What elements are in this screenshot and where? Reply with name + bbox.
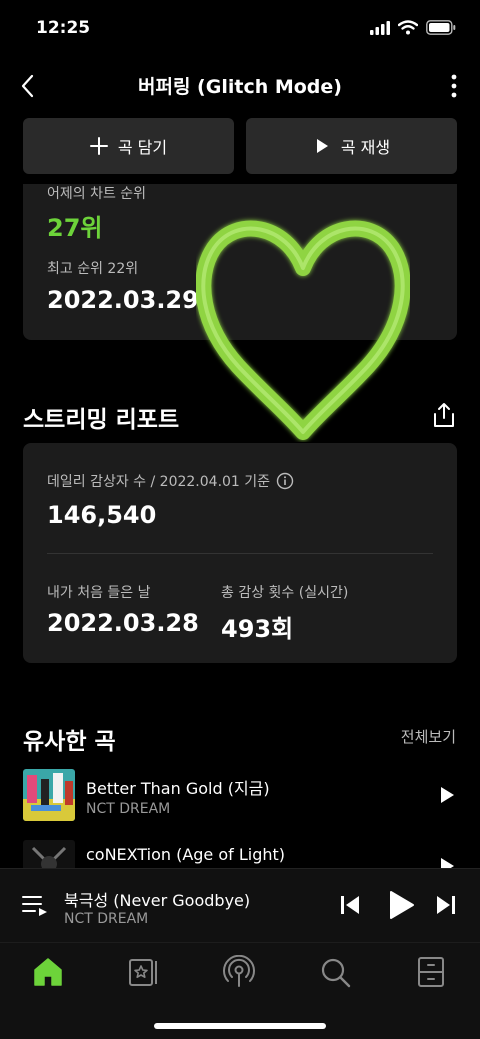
daily-listeners-value: 146,540 — [47, 501, 157, 529]
play-icon — [316, 139, 328, 153]
total-plays-value: 493회 — [221, 615, 294, 643]
status-bar: 12:25 — [0, 0, 480, 58]
now-playing-title: 북극성 (Never Goodbye) — [64, 891, 251, 910]
first-listen-date: 2022.03.28 — [47, 609, 199, 637]
wifi-icon — [398, 20, 418, 35]
play-song-label: 곡 재생 — [340, 138, 391, 157]
next-track-icon[interactable] — [434, 893, 458, 917]
yesterday-rank-value: 27위 — [47, 214, 103, 242]
song-title: coNEXTion (Age of Light) — [86, 845, 286, 864]
first-listen-label: 내가 처음 들은 날 — [47, 585, 151, 601]
action-row: 곡 담기 곡 재생 — [23, 118, 457, 174]
signal-icon — [370, 20, 390, 35]
share-icon[interactable] — [432, 402, 456, 428]
best-rank-date: 2022.03.29 — [47, 286, 199, 314]
previous-track-icon[interactable] — [338, 893, 362, 917]
status-time: 12:25 — [36, 18, 91, 38]
home-icon[interactable] — [31, 955, 65, 989]
play-icon[interactable] — [437, 856, 457, 868]
heart-like-icon[interactable] — [196, 206, 410, 442]
battery-icon — [426, 20, 456, 35]
daily-listeners-label-row: 데일리 감상자 수 / 2022.04.01 기준 — [47, 471, 294, 491]
total-plays-label: 총 감상 횟수 (실시간) — [221, 585, 349, 601]
song-title: Better Than Gold (지금) — [86, 779, 270, 798]
top-nav: 버퍼링 (Glitch Mode) — [0, 58, 480, 114]
streaming-report-title: 스트리밍 리포트 — [23, 407, 180, 433]
search-icon[interactable] — [318, 955, 352, 989]
streaming-report-card: 데일리 감상자 수 / 2022.04.01 기준 146,540 내가 처음 … — [23, 443, 457, 663]
home-indicator — [154, 1023, 326, 1029]
best-rank-label: 최고 순위 22위 — [47, 261, 139, 277]
add-song-button[interactable]: 곡 담기 — [23, 118, 234, 174]
divider — [47, 553, 433, 554]
more-options-icon[interactable] — [442, 70, 466, 102]
podcast-icon[interactable] — [222, 955, 256, 989]
similar-songs-title: 유사한 곡 — [23, 729, 116, 755]
now-playing-artist: NCT DREAM — [64, 911, 149, 927]
storage-icon[interactable] — [414, 955, 448, 989]
similar-song-row[interactable]: Better Than Gold (지금) NCT DREAM — [23, 769, 457, 823]
page-title: 버퍼링 (Glitch Mode) — [138, 76, 342, 98]
status-icons — [370, 20, 456, 35]
play-icon[interactable] — [437, 785, 457, 805]
back-icon[interactable] — [14, 70, 46, 102]
mini-player[interactable]: 북극성 (Never Goodbye) NCT DREAM — [0, 868, 480, 942]
plus-icon — [89, 137, 108, 155]
daily-listeners-label: 데일리 감상자 수 / 2022.04.01 기준 — [47, 474, 271, 490]
yesterday-rank-label: 어제의 차트 순위 — [47, 186, 147, 202]
play-song-button[interactable]: 곡 재생 — [246, 118, 457, 174]
add-song-label: 곡 담기 — [117, 138, 168, 157]
see-all-link[interactable]: 전체보기 — [401, 726, 456, 747]
album-art — [23, 840, 75, 868]
similar-song-row[interactable]: coNEXTion (Age of Light) — [23, 840, 457, 868]
library-icon[interactable] — [126, 955, 160, 989]
playlist-icon[interactable] — [22, 893, 48, 917]
play-icon[interactable] — [386, 889, 416, 921]
album-art — [23, 769, 75, 821]
info-icon[interactable] — [276, 472, 294, 490]
song-artist: NCT DREAM — [86, 801, 171, 817]
